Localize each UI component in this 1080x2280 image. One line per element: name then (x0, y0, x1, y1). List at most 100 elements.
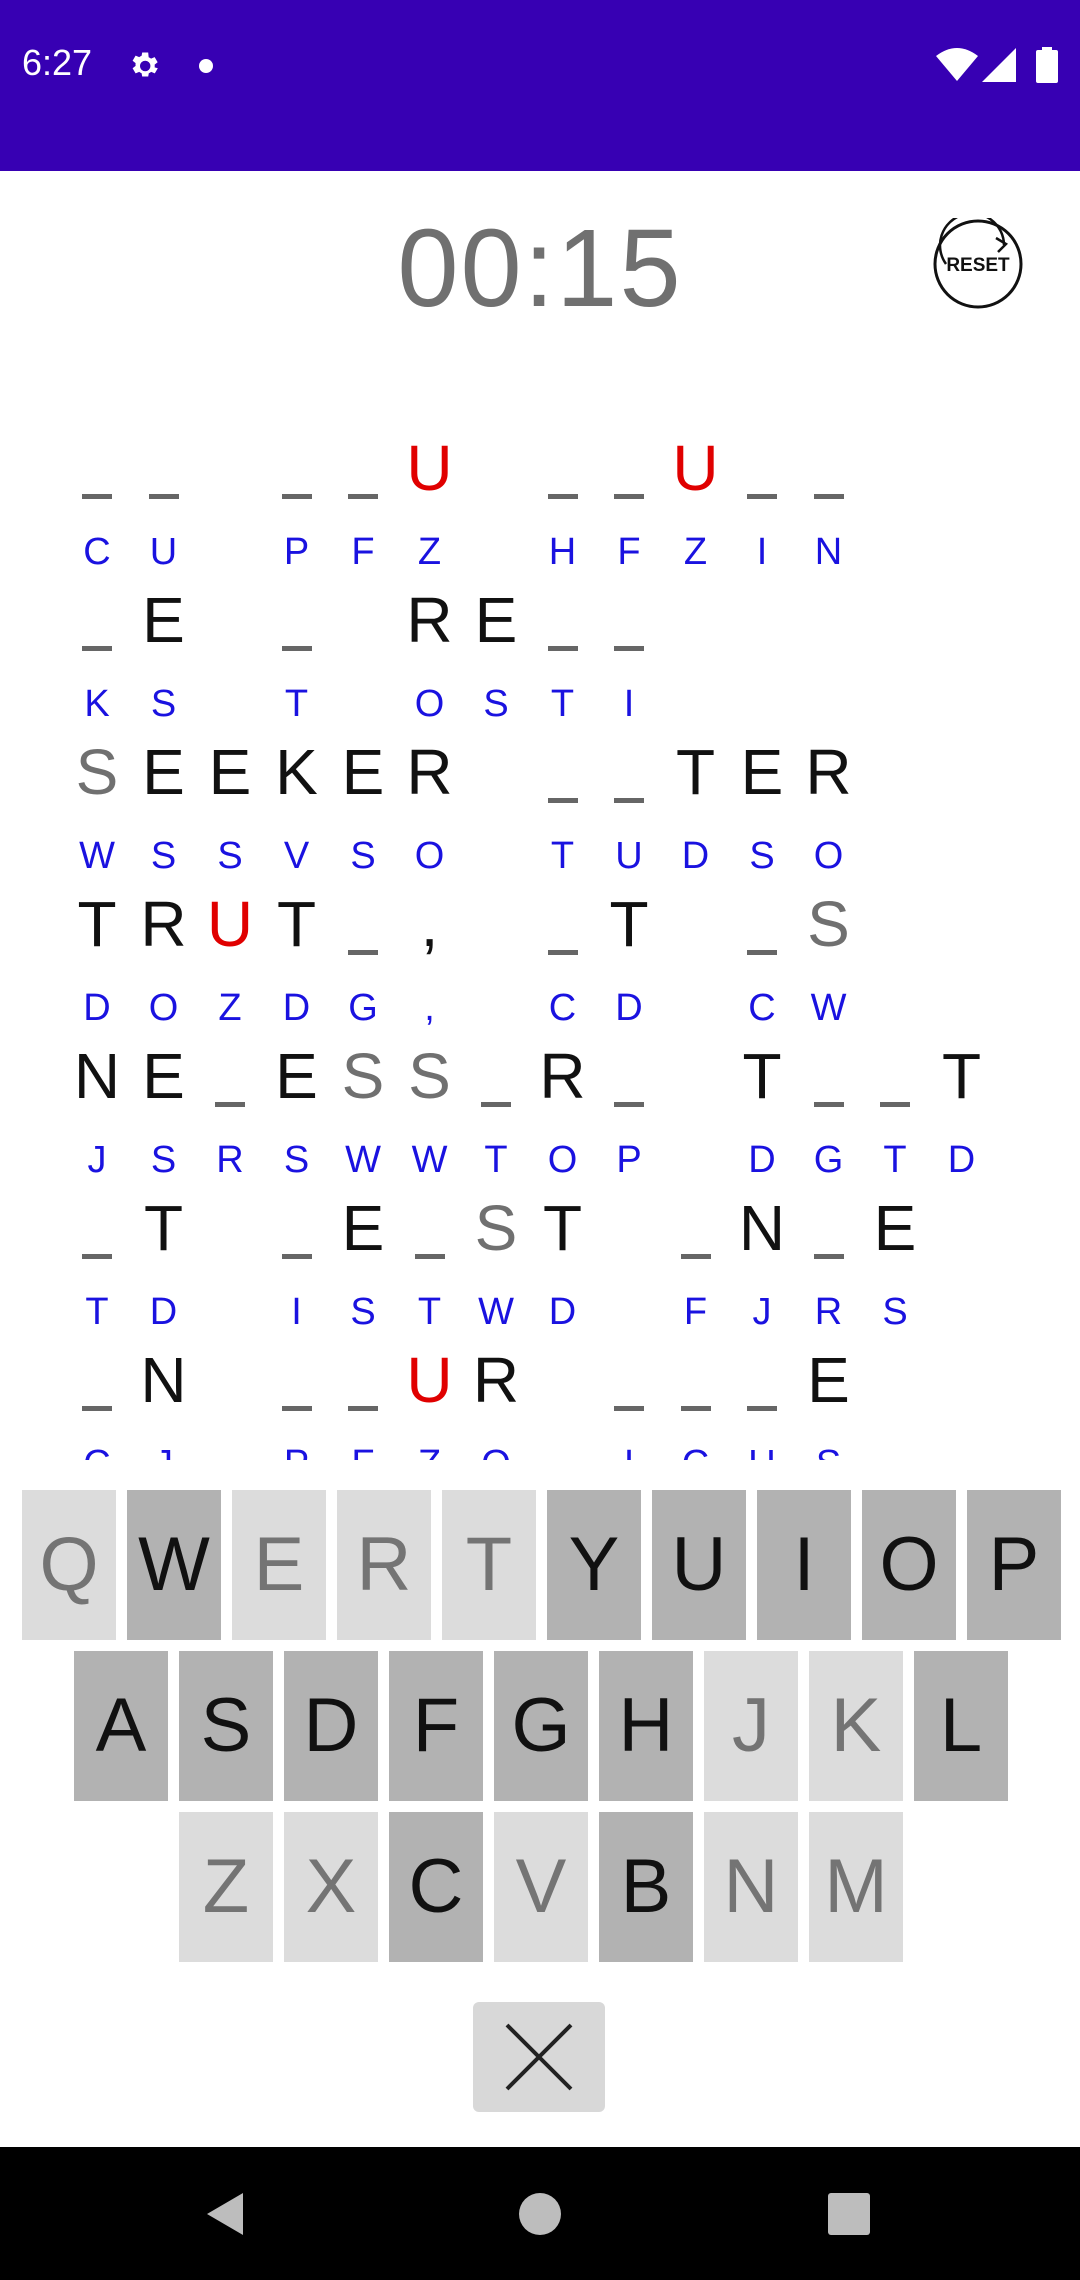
code-letter: T (484, 1139, 508, 1181)
code-letter: Z (218, 987, 242, 1029)
letter-blank (148, 494, 179, 499)
key-w[interactable]: W (127, 1490, 221, 1640)
code-letter: T (883, 1139, 907, 1181)
key-j[interactable]: J (704, 1651, 798, 1801)
key-d[interactable]: D (284, 1651, 378, 1801)
key-e[interactable]: E (232, 1490, 326, 1640)
letter-blank (813, 1254, 844, 1259)
guessed-letter: U (672, 432, 719, 504)
navigation-bar (0, 2147, 1080, 2280)
guessed-letter: U (406, 432, 453, 504)
code-letter: N (814, 531, 843, 573)
code-letter: D (83, 987, 111, 1029)
code-letter: S (749, 835, 775, 877)
key-h[interactable]: H (599, 1651, 693, 1801)
code-letter: C (64, 1444, 130, 1460)
code-letter: F (617, 531, 641, 573)
code-letter: W (345, 1139, 381, 1181)
guessed-letter: S (75, 736, 119, 808)
letter-blank (747, 950, 777, 955)
key-t[interactable]: T (442, 1490, 536, 1640)
key-y[interactable]: Y (547, 1490, 641, 1640)
key-z[interactable]: Z (179, 1812, 273, 1962)
code-letter: S (350, 835, 376, 877)
guessed-letter: E (275, 1040, 318, 1112)
key-k[interactable]: K (809, 1651, 903, 1801)
notification-dot-icon (199, 59, 213, 73)
code-letter: D (615, 987, 643, 1029)
guessed-letter: E (208, 736, 252, 808)
code-letter: J (131, 1444, 197, 1460)
code-letter: , (424, 987, 435, 1029)
guessed-letter: E (341, 736, 385, 808)
letter-blank (547, 798, 578, 803)
code-letter: S (483, 683, 509, 725)
code-letter: D (748, 1139, 776, 1181)
letter-blank (614, 646, 644, 651)
letter-blank (281, 1406, 312, 1411)
code-letter: P (616, 1139, 642, 1181)
code-letter: D (282, 987, 311, 1029)
guessed-letter: T (941, 1040, 982, 1112)
guessed-letter: T (742, 1040, 782, 1112)
status-bar: 6:27 (0, 0, 1080, 171)
code-letter: Z (397, 1444, 463, 1460)
code-letter: Z (683, 531, 708, 573)
code-letter: T (85, 1291, 109, 1333)
code-letter: V (283, 835, 310, 877)
key-i[interactable]: I (757, 1490, 851, 1640)
guessed-letter: R (406, 584, 453, 656)
guessed-letter: N (738, 1192, 786, 1264)
code-letter: O (414, 683, 445, 725)
code-letter: K (84, 683, 110, 725)
guessed-letter: E (740, 736, 784, 808)
recents-icon[interactable] (828, 2193, 870, 2235)
code-letter: P (264, 1444, 330, 1460)
code-letter: S (150, 1139, 177, 1181)
key-s[interactable]: S (179, 1651, 273, 1801)
key-l[interactable]: L (914, 1651, 1008, 1801)
settings-gear-icon (132, 52, 158, 77)
key-q[interactable]: Q (22, 1490, 116, 1640)
letter-blank (747, 494, 777, 499)
key-x[interactable]: X (284, 1812, 378, 1962)
key-v[interactable]: V (494, 1812, 588, 1962)
guessed-letter: U (406, 1344, 453, 1416)
key-p[interactable]: P (967, 1490, 1061, 1640)
letter-blank (82, 1406, 112, 1411)
letter-blank (82, 494, 112, 499)
key-m[interactable]: M (809, 1812, 903, 1962)
guessed-letter: S (807, 888, 850, 960)
letter-blank (680, 1406, 711, 1411)
code-letter: P (283, 531, 310, 573)
letter-blank (348, 950, 378, 955)
code-letter: S (217, 835, 243, 877)
letter-blank (281, 494, 312, 499)
key-o[interactable]: O (862, 1490, 956, 1640)
key-r[interactable]: R (337, 1490, 431, 1640)
key-f[interactable]: F (389, 1651, 483, 1801)
key-g[interactable]: G (494, 1651, 588, 1801)
letter-blank (813, 1102, 844, 1107)
key-a[interactable]: A (74, 1651, 168, 1801)
guessed-letter: R (805, 736, 852, 808)
code-letter: J (87, 1139, 107, 1181)
reset-button[interactable]: RESET (932, 218, 1024, 310)
code-letter: C (663, 1444, 729, 1460)
guessed-letter: E (873, 1192, 917, 1264)
code-letter: J (752, 1291, 772, 1333)
key-c[interactable]: C (389, 1812, 483, 1962)
code-letter: O (547, 1139, 578, 1181)
home-icon[interactable] (518, 2192, 562, 2236)
key-n[interactable]: N (704, 1812, 798, 1962)
code-letter: D (681, 835, 710, 877)
letter-blank (813, 494, 844, 499)
delete-key[interactable] (473, 2002, 605, 2112)
letter-blank (547, 646, 578, 651)
letter-blank (414, 1254, 445, 1259)
key-u[interactable]: U (652, 1490, 746, 1640)
code-letter: H (548, 531, 577, 573)
key-b[interactable]: B (599, 1812, 693, 1962)
code-letter: G (813, 1139, 844, 1181)
back-icon[interactable] (203, 2191, 247, 2237)
